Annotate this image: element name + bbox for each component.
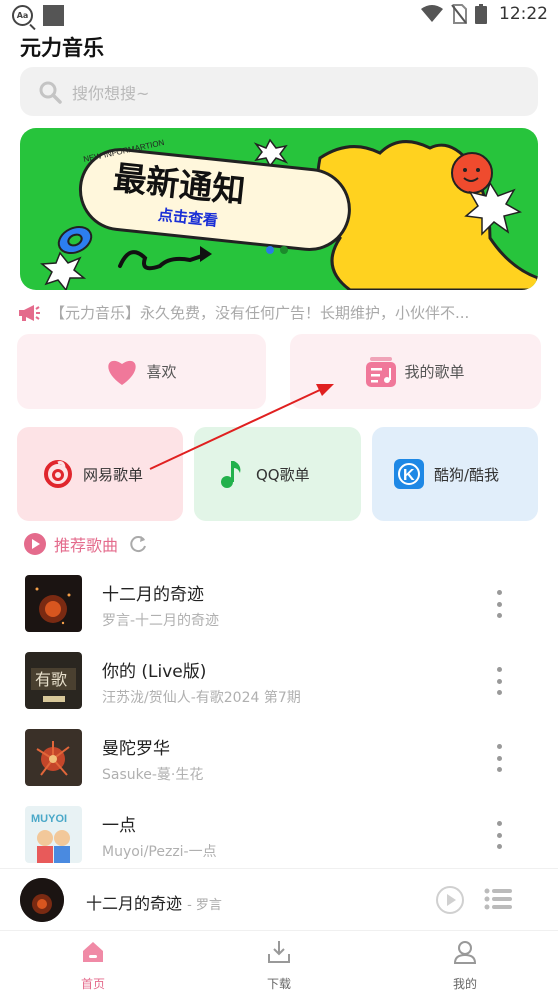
kugou-kuwo-label: 酷狗/酷我: [434, 465, 500, 484]
play-button-icon[interactable]: [436, 886, 464, 914]
heart-icon: [108, 360, 137, 385]
mini-player[interactable]: 十二月的奇迹 - 罗言: [0, 868, 558, 930]
svg-text:有歌: 有歌: [35, 670, 67, 689]
netease-playlist-label: 网易歌单: [83, 465, 144, 484]
song-cover: [25, 575, 82, 632]
song-cover: MUYOI: [25, 806, 82, 863]
promo-banner[interactable]: NEW INFORMARTION 最新通知 点击查看: [20, 128, 538, 290]
song-subtitle: 罗言-十二月的奇迹: [102, 613, 220, 629]
player-title: 十二月的奇迹: [86, 894, 183, 913]
more-options-icon[interactable]: [495, 667, 503, 695]
megaphone-icon: [19, 304, 40, 321]
recommend-header: 推荐歌曲: [24, 532, 148, 556]
song-title: 一点: [102, 816, 136, 836]
song-cover: [25, 729, 82, 786]
playlist-icon: [366, 356, 397, 387]
song-title: 曼陀罗华: [102, 739, 170, 759]
netease-music-icon: [44, 460, 72, 488]
song-cover: 有歌: [25, 652, 82, 709]
song-row[interactable]: MUYOI 一点 Muyoi/Pezzi-一点: [0, 797, 558, 874]
kugou-icon: K: [394, 459, 424, 489]
download-icon: [268, 941, 290, 963]
tab-home[interactable]: 首页: [33, 931, 153, 992]
tab-download-label: 下载: [266, 977, 291, 991]
announcement-bar[interactable]: 【元力音乐】永久免费，没有任何广告！长期维护，小伙伴不...: [18, 302, 538, 323]
banner-dot-active[interactable]: [266, 246, 274, 254]
announcement-text: 【元力音乐】永久免费，没有任何广告！长期维护，小伙伴不...: [50, 304, 470, 322]
qq-playlist-card[interactable]: QQ歌单: [194, 427, 361, 521]
status-bar: Aa 12:22: [0, 0, 558, 32]
banner-artwork: NEW INFORMARTION 最新通知 点击查看: [40, 138, 538, 290]
my-playlists-card[interactable]: 我的歌单: [290, 334, 541, 409]
my-playlists-label: 我的歌单: [404, 363, 465, 381]
song-title: 你的 (Live版): [102, 662, 207, 682]
banner-dot[interactable]: [280, 246, 288, 254]
banner-pagination: [266, 246, 288, 254]
status-time: 12:22: [499, 4, 548, 24]
home-icon: [83, 942, 103, 962]
search-placeholder: 搜你想搜~: [72, 83, 150, 103]
svg-text:MUYOI: MUYOI: [31, 813, 67, 825]
tab-profile-label: 我的: [452, 977, 477, 991]
svg-text:K: K: [403, 467, 415, 484]
text-size-icon: Aa: [12, 5, 33, 26]
play-circle-icon: [24, 533, 46, 555]
song-row[interactable]: 十二月的奇迹 罗言-十二月的奇迹: [0, 566, 558, 643]
song-subtitle: Muyoi/Pezzi-一点: [102, 844, 217, 860]
user-icon: [453, 941, 477, 964]
player-cover[interactable]: [20, 878, 64, 922]
search-icon: [39, 81, 62, 104]
song-subtitle: 汪苏泷/贺仙人-有歌2024 第7期: [102, 690, 301, 706]
search-bar[interactable]: 搜你想搜~: [20, 67, 538, 116]
more-options-icon[interactable]: [495, 821, 503, 849]
qq-music-icon: [221, 461, 241, 488]
notification-square-icon: [43, 5, 64, 26]
player-track: 十二月的奇迹 - 罗言: [86, 890, 222, 914]
playlist-queue-icon[interactable]: [484, 887, 512, 911]
bottom-tab-bar: 首页 下载 我的: [0, 930, 558, 992]
tab-download[interactable]: 下载: [219, 931, 339, 992]
tab-profile[interactable]: 我的: [405, 931, 525, 992]
netease-playlist-card[interactable]: 网易歌单: [17, 427, 183, 521]
recommend-label: 推荐歌曲: [54, 536, 119, 555]
liked-songs-label: 喜欢: [146, 363, 177, 381]
no-sim-icon: [451, 4, 467, 24]
song-subtitle: Sasuke-蔓·生花: [102, 767, 204, 783]
song-list: 十二月的奇迹 罗言-十二月的奇迹 有歌 你的 (Live版) 汪苏泷/贺仙人-有…: [0, 566, 558, 874]
player-artist: - 罗言: [187, 898, 222, 913]
wifi-icon: [421, 5, 443, 22]
kugou-kuwo-card[interactable]: K 酷狗/酷我: [372, 427, 538, 521]
tab-home-label: 首页: [80, 977, 105, 991]
app-title: 元力音乐: [20, 36, 104, 60]
battery-icon: [475, 4, 487, 24]
more-options-icon[interactable]: [495, 744, 503, 772]
refresh-icon[interactable]: [128, 534, 148, 554]
song-row[interactable]: 曼陀罗华 Sasuke-蔓·生花: [0, 720, 558, 797]
song-title: 十二月的奇迹: [102, 585, 204, 605]
liked-songs-card[interactable]: 喜欢: [17, 334, 266, 409]
more-options-icon[interactable]: [495, 590, 503, 618]
song-row[interactable]: 有歌 你的 (Live版) 汪苏泷/贺仙人-有歌2024 第7期: [0, 643, 558, 720]
qq-playlist-label: QQ歌单: [256, 465, 310, 484]
